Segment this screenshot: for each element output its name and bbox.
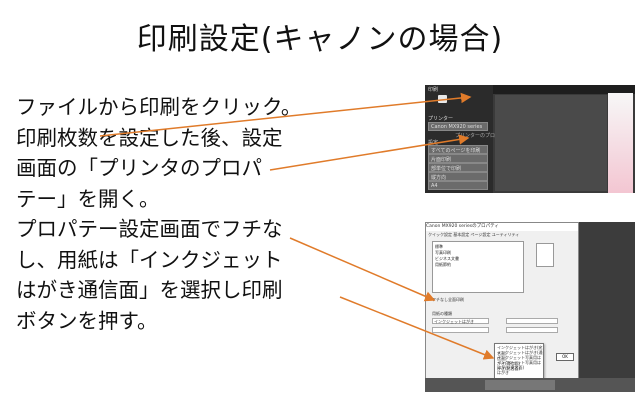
arrow-to-borderless: [289, 237, 436, 302]
annotation-arrows: [99, 92, 495, 360]
arrow-to-print: [99, 92, 472, 137]
arrow-to-paper: [339, 296, 495, 360]
arrow-to-properties: [269, 134, 470, 171]
